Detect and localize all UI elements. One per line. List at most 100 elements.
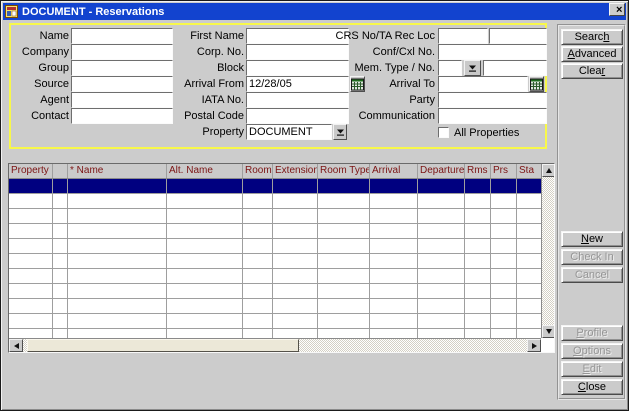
party-input[interactable]: [438, 92, 547, 108]
table-cell: [465, 179, 491, 193]
mem-type-lov-button[interactable]: [464, 60, 481, 76]
table-cell: [517, 254, 541, 268]
table-cell: [243, 224, 273, 238]
source-input[interactable]: [71, 76, 173, 92]
table-cell: [318, 239, 370, 253]
mem-type-input[interactable]: [438, 60, 462, 76]
table-cell: [465, 194, 491, 208]
table-cell: [68, 329, 167, 338]
clear-button[interactable]: Clear: [561, 63, 623, 79]
arrival-to-calendar-button[interactable]: [529, 76, 544, 92]
table-cell: [517, 314, 541, 328]
scroll-up-icon[interactable]: [542, 164, 555, 177]
contact-input[interactable]: [71, 108, 173, 124]
table-cell: [418, 299, 465, 313]
table-cell: [370, 239, 418, 253]
crs-no-input[interactable]: [438, 28, 488, 44]
table-cell: [418, 314, 465, 328]
table-cell: [167, 314, 243, 328]
table-cell: [465, 299, 491, 313]
table-cell: [418, 194, 465, 208]
block-label: Block: [164, 61, 244, 75]
company-input[interactable]: [71, 44, 173, 60]
all-properties-checkbox[interactable]: [438, 127, 449, 138]
table-row[interactable]: [9, 194, 541, 209]
new-button[interactable]: New: [561, 231, 623, 247]
scroll-left-icon[interactable]: [9, 339, 23, 352]
source-label: Source: [13, 77, 69, 91]
conf-cxl-input[interactable]: [438, 44, 547, 60]
table-cell: [318, 329, 370, 338]
property-lov-button[interactable]: [333, 124, 347, 140]
group-input[interactable]: [71, 60, 173, 76]
table-cell: [517, 194, 541, 208]
table-row[interactable]: [9, 329, 541, 338]
communication-input[interactable]: [438, 108, 547, 124]
property-input[interactable]: [246, 124, 332, 140]
cancel-button: Cancel: [561, 267, 623, 283]
table-cell: [465, 314, 491, 328]
table-cell: [167, 194, 243, 208]
table-cell: [167, 239, 243, 253]
property-label: Property: [164, 125, 244, 139]
table-cell: [273, 329, 318, 338]
table-cell: [465, 224, 491, 238]
table-cell: [53, 314, 68, 328]
table-cell: [9, 179, 53, 193]
table-cell: [370, 329, 418, 338]
close-icon[interactable]: ×: [609, 3, 625, 16]
table-cell: [370, 299, 418, 313]
arrival-to-label: Arrival To: [331, 77, 435, 91]
title-bar[interactable]: DOCUMENT - Reservations: [3, 3, 626, 20]
table-cell: [243, 269, 273, 283]
table-cell: [318, 254, 370, 268]
table-cell: [318, 224, 370, 238]
table-row[interactable]: [9, 299, 541, 314]
options-button: Options: [561, 343, 623, 359]
table-row[interactable]: [9, 209, 541, 224]
table-cell: [491, 329, 517, 338]
calendar-icon: [530, 78, 543, 91]
table-cell: [517, 224, 541, 238]
table-row[interactable]: [9, 284, 541, 299]
horizontal-scroll-thumb[interactable]: [27, 339, 299, 352]
close-button[interactable]: Close: [561, 379, 623, 395]
advanced-button[interactable]: Advanced: [561, 46, 623, 62]
name-label: Name: [13, 29, 69, 43]
table-cell: [318, 269, 370, 283]
table-cell: [167, 254, 243, 268]
table-cell: [491, 284, 517, 298]
ta-rec-loc-input[interactable]: [489, 28, 547, 44]
table-row[interactable]: [9, 239, 541, 254]
name-input[interactable]: [71, 28, 173, 44]
table-row[interactable]: [9, 269, 541, 284]
table-row[interactable]: [9, 254, 541, 269]
table-header: Property * Name Alt. Name Room Extension…: [9, 164, 554, 179]
mem-no-input[interactable]: [483, 60, 547, 76]
table-body: [9, 179, 541, 338]
iata-no-label: IATA No.: [164, 93, 244, 107]
table-cell: [273, 179, 318, 193]
horizontal-scrollbar[interactable]: [9, 338, 541, 352]
scroll-down-icon[interactable]: [542, 325, 555, 338]
table-cell: [243, 254, 273, 268]
column-header-room-type: Room Type: [318, 164, 370, 178]
agent-input[interactable]: [71, 92, 173, 108]
agent-label: Agent: [13, 93, 69, 107]
table-cell: [68, 269, 167, 283]
table-cell: [53, 254, 68, 268]
group-label: Group: [13, 61, 69, 75]
scroll-right-icon[interactable]: [527, 339, 541, 352]
table-row[interactable]: [9, 179, 541, 194]
table-cell: [418, 209, 465, 223]
crs-label: CRS No/TA Rec Loc: [331, 29, 435, 43]
table-row[interactable]: [9, 314, 541, 329]
vertical-scrollbar[interactable]: [541, 164, 554, 338]
table-cell: [370, 254, 418, 268]
dropdown-list-icon: [468, 64, 477, 73]
table-cell: [53, 209, 68, 223]
table-cell: [465, 209, 491, 223]
arrival-to-input[interactable]: [438, 76, 528, 92]
search-button[interactable]: Search: [561, 29, 623, 45]
table-row[interactable]: [9, 224, 541, 239]
